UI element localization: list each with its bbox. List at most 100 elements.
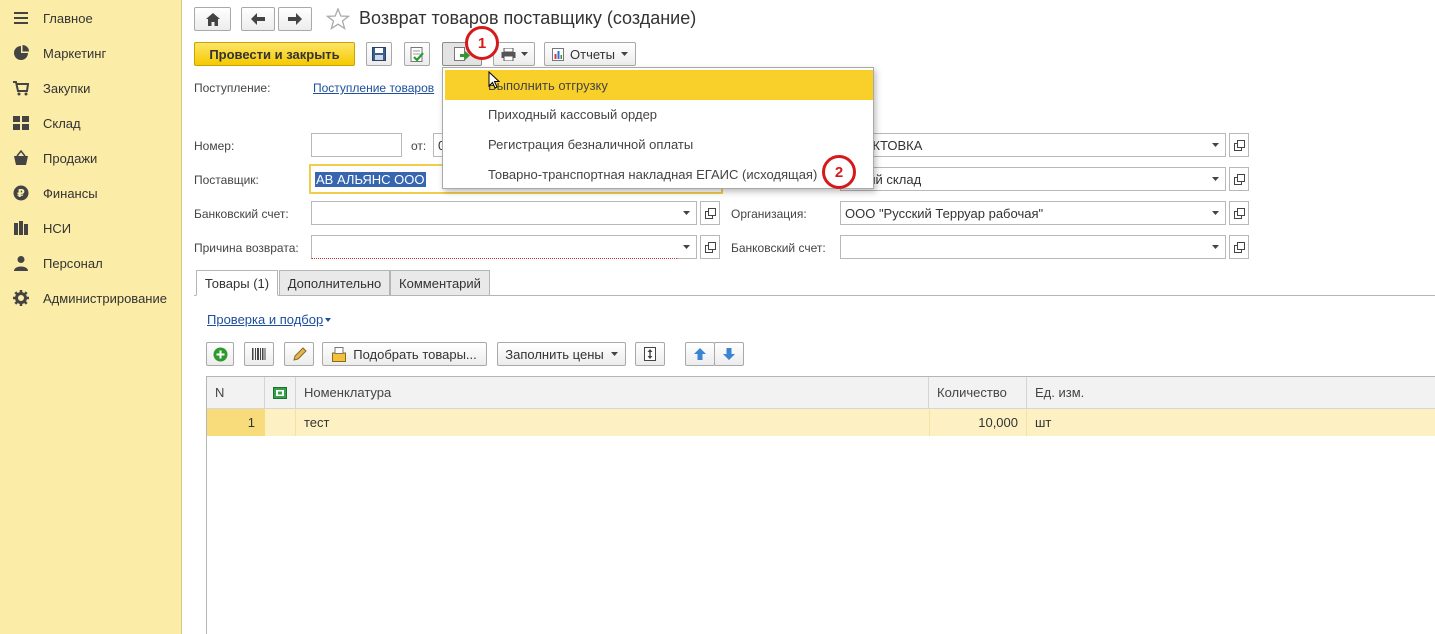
sidebar-item-marketing[interactable]: Маркетинг <box>0 38 181 68</box>
arrow-down-icon <box>723 348 735 360</box>
bank-account-input[interactable] <box>311 201 679 225</box>
barcode-button[interactable] <box>244 342 274 366</box>
chevron-down-icon <box>520 52 528 56</box>
document-post-icon <box>410 46 424 62</box>
bank-account-label: Банковский счет: <box>194 207 289 221</box>
home-button[interactable] <box>194 7 231 31</box>
org-bank-account-open-button[interactable] <box>1229 235 1249 259</box>
partner-open-button[interactable] <box>1229 133 1249 157</box>
organization-open-button[interactable] <box>1229 201 1249 225</box>
return-reason-input[interactable] <box>311 235 679 259</box>
number-label: Номер: <box>194 139 235 153</box>
move-up-button[interactable] <box>685 342 715 366</box>
edit-button[interactable] <box>284 342 314 366</box>
open-form-icon <box>704 241 716 253</box>
supplier-selected-text: АВ АЛЬЯНС ООО <box>315 171 426 187</box>
resize-vertical-icon <box>644 347 656 361</box>
post-and-close-button[interactable]: Провести и закрыть <box>194 42 355 66</box>
sidebar-item-personnel[interactable]: Персонал <box>0 248 181 278</box>
post-button[interactable] <box>404 42 430 66</box>
partner-dropdown-button[interactable] <box>1206 133 1226 157</box>
org-bank-account-input[interactable] <box>840 235 1207 259</box>
partner-input[interactable]: ЕНИКТОВКА <box>840 133 1207 157</box>
tab-comment[interactable]: Комментарий <box>390 270 490 296</box>
save-button[interactable] <box>366 42 392 66</box>
add-row-button[interactable] <box>206 342 234 366</box>
svg-text:₽: ₽ <box>17 187 25 200</box>
sidebar-item-administration[interactable]: Администрирование <box>0 283 181 313</box>
chevron-down-icon <box>610 352 618 356</box>
tab-goods[interactable]: Товары (1) <box>196 270 278 296</box>
pencil-icon <box>292 346 307 361</box>
org-bank-account-label: Банковский счет: <box>731 241 826 255</box>
receipt-link[interactable]: Поступление товаров <box>313 81 434 95</box>
from-label: от: <box>411 139 427 153</box>
menu-item-cash-receipt-order[interactable]: Приходный кассовый ордер <box>445 99 873 129</box>
pie-chart-icon <box>14 45 29 60</box>
back-button[interactable] <box>241 7 275 31</box>
return-reason-dropdown-button[interactable] <box>677 235 697 259</box>
supplier-label: Поставщик: <box>194 173 259 187</box>
goods-table: N Номенклатура Количество Ед. изм. 1 тес… <box>206 376 1435 634</box>
annotation-badge-1: 1 <box>465 26 499 60</box>
sidebar-item-label: НСИ <box>43 220 72 236</box>
move-down-button[interactable] <box>714 342 744 366</box>
printer-icon <box>501 47 515 61</box>
return-reason-open-button[interactable] <box>700 235 720 259</box>
books-icon <box>14 221 28 235</box>
cell-n: 1 <box>207 409 265 436</box>
pick-goods-icon <box>332 346 347 362</box>
warehouse-open-button[interactable] <box>1229 167 1249 191</box>
number-input[interactable] <box>311 133 402 157</box>
warehouse-input[interactable]: ичный склад <box>840 167 1207 191</box>
menu-icon <box>14 12 28 24</box>
bank-account-open-button[interactable] <box>700 201 720 225</box>
gear-icon <box>13 290 29 306</box>
receipt-label: Поступление: <box>194 81 271 95</box>
return-reason-label: Причина возврата: <box>194 241 299 255</box>
column-header-nomenclature[interactable]: Номенклатура <box>296 377 929 409</box>
bank-account-dropdown-button[interactable] <box>677 201 697 225</box>
organization-input[interactable]: ООО "Русский Терруар рабочая" <box>840 201 1207 225</box>
menu-item-cashless-payment[interactable]: Регистрация безналичной оплаты <box>445 129 873 159</box>
organization-label: Организация: <box>731 207 807 221</box>
sidebar-item-nsi[interactable]: НСИ <box>0 213 181 243</box>
sidebar-item-finance[interactable]: ₽ Финансы <box>0 178 181 208</box>
sidebar-item-purchases[interactable]: Закупки <box>0 73 181 103</box>
column-header-n[interactable]: N <box>207 377 265 409</box>
page-title: Возврат товаров поставщику (создание) <box>359 8 697 28</box>
reports-button[interactable]: Отчеты <box>544 42 636 66</box>
grid-icon <box>13 116 29 130</box>
cell-nomenclature: тест <box>304 415 330 430</box>
barcode-icon <box>252 348 266 360</box>
cell-quantity: 10,000 <box>929 409 1027 436</box>
ruble-icon: ₽ <box>13 185 29 201</box>
menu-item-shipment[interactable]: Выполнить отгрузку <box>445 70 873 100</box>
print-button[interactable] <box>493 42 535 66</box>
reports-label: Отчеты <box>570 46 615 62</box>
column-header-unit[interactable]: Ед. изм. <box>1027 377 1435 409</box>
pick-goods-button[interactable]: Подобрать товары... <box>322 342 487 366</box>
tab-additional[interactable]: Дополнительно <box>279 270 390 296</box>
forward-button[interactable] <box>278 7 312 31</box>
column-header-quantity[interactable]: Количество <box>929 377 1027 409</box>
chevron-down-icon <box>1212 245 1219 249</box>
sidebar-item-sales[interactable]: Продажи <box>0 143 181 173</box>
open-form-icon <box>704 207 716 219</box>
check-and-pick-link[interactable]: Проверка и подбор <box>207 312 323 327</box>
column-header-status[interactable] <box>265 377 296 409</box>
row-height-button[interactable] <box>635 342 665 366</box>
favorite-star-icon[interactable] <box>326 8 350 30</box>
org-bank-account-dropdown-button[interactable] <box>1206 235 1226 259</box>
cell-status <box>265 409 296 436</box>
arrow-right-icon <box>288 13 302 25</box>
sidebar-item-warehouse[interactable]: Склад <box>0 108 181 138</box>
table-row[interactable]: 1 тест 10,000 шт <box>207 409 1435 436</box>
fill-prices-button[interactable]: Заполнить цены <box>497 342 626 366</box>
warehouse-dropdown-button[interactable] <box>1206 167 1226 191</box>
menu-item-egais-waybill[interactable]: Товарно-транспортная накладная ЕГАИС (ис… <box>445 159 873 189</box>
organization-dropdown-button[interactable] <box>1206 201 1226 225</box>
chevron-down-icon <box>1212 211 1219 215</box>
open-form-icon <box>1233 173 1245 185</box>
sidebar-item-main[interactable]: Главное <box>0 3 181 33</box>
